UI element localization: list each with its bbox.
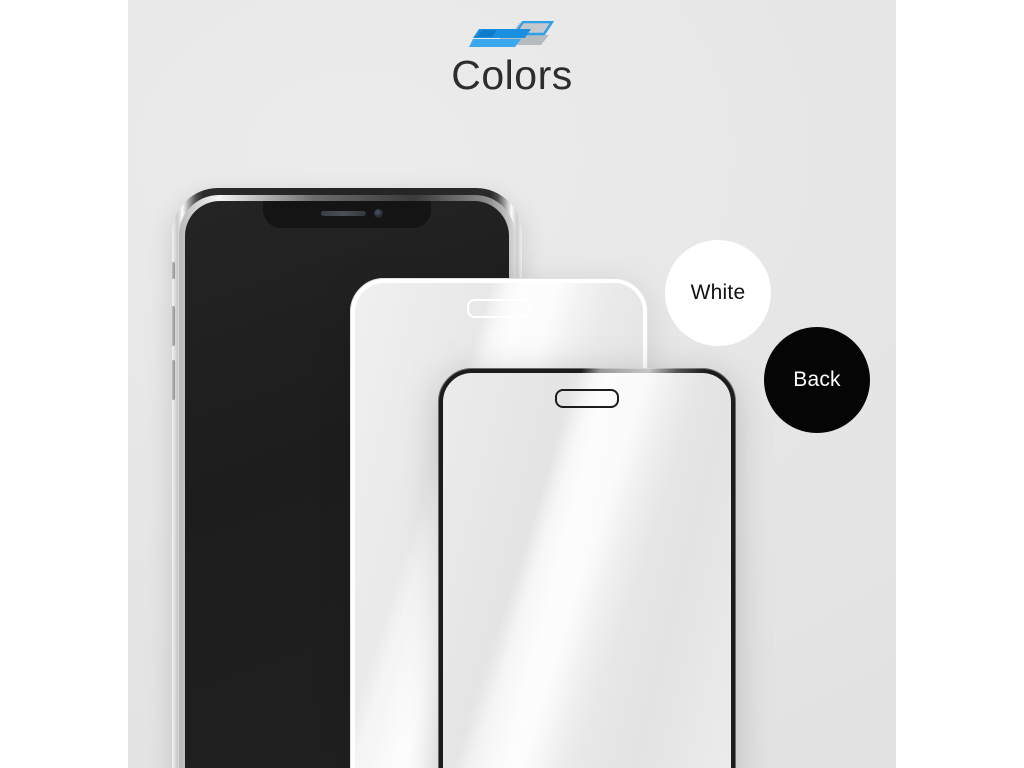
- protector-glass-black: [438, 368, 736, 768]
- earpiece-cutout-white: [467, 299, 531, 318]
- earpiece-speaker-icon: [320, 211, 366, 216]
- mute-switch: [171, 262, 175, 279]
- volume-down-button: [171, 360, 175, 400]
- color-badge-white: White: [665, 240, 771, 346]
- volume-up-button: [171, 306, 175, 346]
- screen-protector-black: [438, 368, 736, 768]
- page-title: Colors: [451, 52, 573, 98]
- product-panel: Colors White Back: [128, 0, 896, 768]
- color-badge-back: Back: [764, 327, 870, 433]
- brand-logo-icon: [469, 20, 555, 51]
- product-image-canvas: Colors White Back: [0, 0, 1024, 768]
- front-camera-icon: [374, 209, 383, 218]
- earpiece-cutout-black: [555, 389, 619, 408]
